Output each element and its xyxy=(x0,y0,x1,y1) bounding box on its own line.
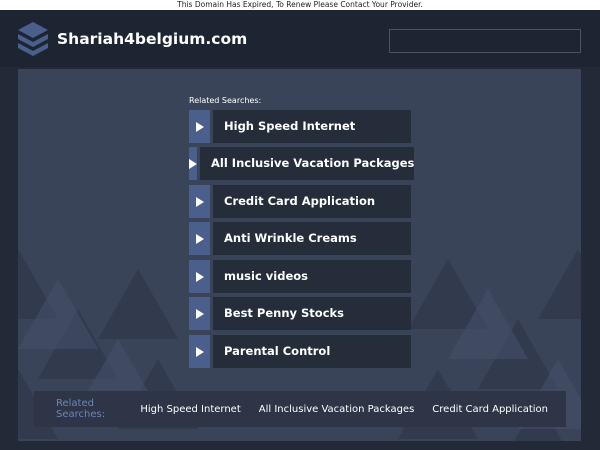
search-link[interactable]: Anti Wrinkle Creams xyxy=(189,222,411,255)
search-link[interactable]: music videos xyxy=(189,260,411,293)
main-panel: Related Searches: High Speed Internet Al… xyxy=(18,69,581,441)
play-arrow-icon xyxy=(189,222,210,255)
search-link-label[interactable]: All Inclusive Vacation Packages xyxy=(200,147,415,180)
footer-link[interactable]: Credit Card Application xyxy=(432,404,548,415)
search-input[interactable] xyxy=(389,29,581,53)
play-arrow-icon xyxy=(189,260,210,293)
search-link-label[interactable]: Parental Control xyxy=(213,335,411,368)
footer-related-label: Related Searches: xyxy=(56,398,106,420)
search-link-label[interactable]: music videos xyxy=(213,260,411,293)
play-arrow-icon xyxy=(189,335,210,368)
play-arrow-icon xyxy=(189,147,197,180)
play-arrow-icon xyxy=(189,185,210,218)
footer-link[interactable]: High Speed Internet xyxy=(140,404,240,415)
search-link-label[interactable]: Best Penny Stocks xyxy=(213,297,411,330)
footer-link[interactable]: All Inclusive Vacation Packages xyxy=(259,404,415,415)
search-link[interactable]: All Inclusive Vacation Packages xyxy=(189,147,415,180)
header: Shariah4belgium.com xyxy=(0,10,600,67)
search-link[interactable]: Parental Control xyxy=(189,335,411,368)
play-arrow-icon xyxy=(189,297,210,330)
footer-related-searches: Related Searches: High Speed Internet Al… xyxy=(34,391,566,427)
stacked-layers-icon xyxy=(18,22,48,56)
search-link-label[interactable]: Credit Card Application xyxy=(213,185,411,218)
search-link-label[interactable]: High Speed Internet xyxy=(213,110,411,143)
search-link[interactable]: Credit Card Application xyxy=(189,185,411,218)
site-title[interactable]: Shariah4belgium.com xyxy=(57,30,247,48)
related-searches-label: Related Searches: xyxy=(189,96,262,105)
play-arrow-icon xyxy=(189,110,210,143)
search-link[interactable]: Best Penny Stocks xyxy=(189,297,411,330)
search-link[interactable]: High Speed Internet xyxy=(189,110,411,143)
search-link-label[interactable]: Anti Wrinkle Creams xyxy=(213,222,411,255)
expired-domain-notice: This Domain Has Expired, To Renew Please… xyxy=(0,0,600,10)
